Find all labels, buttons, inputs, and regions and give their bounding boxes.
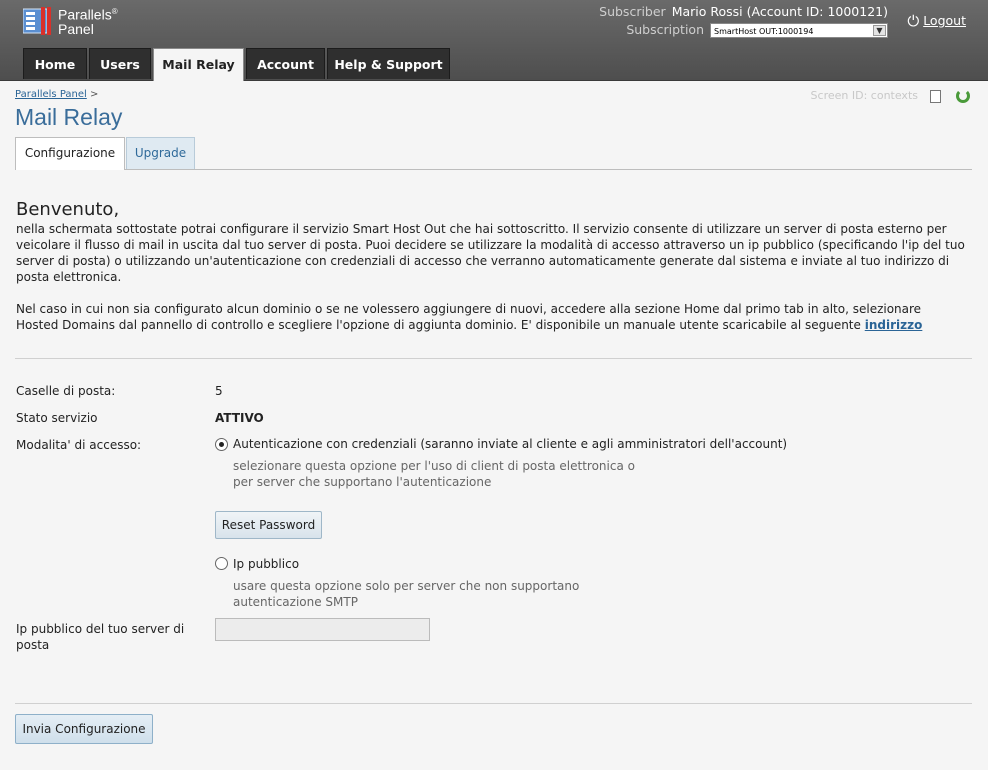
welcome-paragraph-2: Nel caso in cui non sia configurato alcu… [16, 301, 966, 333]
screen-id-label: Screen ID: [810, 89, 868, 102]
logo-reg: ® [111, 7, 118, 16]
subscriber-label: Subscriber [599, 4, 666, 19]
logo-line2: Panel [58, 20, 94, 37]
welcome-paragraph-2-text: Nel caso in cui non sia configurato alcu… [16, 302, 922, 332]
refresh-icon[interactable] [956, 89, 970, 103]
nav-tab-users[interactable]: Users [89, 48, 151, 79]
ip-radio-label[interactable]: Ip pubblico [233, 557, 299, 571]
document-icon[interactable] [929, 89, 941, 103]
nav-tab-mail-relay[interactable]: Mail Relay [153, 48, 244, 81]
content-tabs: Configurazione Upgrade [15, 137, 972, 170]
reset-password-button[interactable]: Reset Password [215, 511, 322, 539]
screen-id: Screen ID: contexts [811, 89, 970, 105]
power-icon: ⏻ [907, 12, 920, 30]
breadcrumb-root[interactable]: Parallels Panel [15, 89, 87, 100]
parallels-logo[interactable]: Parallels® Panel [23, 5, 143, 36]
screen-id-value: contexts [870, 89, 918, 102]
manual-link[interactable]: indirizzo [865, 318, 923, 332]
ip-radio[interactable] [215, 557, 228, 570]
ip-hint-1: usare questa opzione solo per server che… [233, 579, 580, 593]
nav-tab-home[interactable]: Home [23, 48, 87, 79]
tab-configurazione[interactable]: Configurazione [15, 137, 125, 170]
subscriber-value: Mario Rossi (Account ID: 1000121) [671, 4, 888, 19]
nav-tab-account[interactable]: Account [246, 48, 325, 79]
subscriber-info: Subscriber Mario Rossi (Account ID: 10001… [599, 4, 888, 40]
logout-link[interactable]: ⏻ Logout [907, 12, 966, 30]
access-mode-label: Modalita' di accesso: [16, 438, 142, 452]
divider-bottom [15, 703, 972, 704]
ip-server-label: Ip pubblico del tuo server di posta [16, 622, 185, 652]
chevron-down-icon: ▼ [873, 25, 886, 36]
auth-hint-2: per server che supportano l'autenticazio… [233, 475, 492, 489]
ip-server-input[interactable] [215, 618, 430, 641]
breadcrumb: Parallels Panel > [15, 89, 98, 100]
breadcrumb-separator: > [90, 89, 99, 100]
subscription-line: Subscription SmartHost OUT:1000194 ▼ [599, 22, 888, 40]
status-value: ATTIVO [215, 411, 264, 425]
mailboxes-label: Caselle di posta: [16, 384, 116, 398]
parallels-logo-icon [23, 7, 51, 35]
logout-label[interactable]: Logout [923, 13, 966, 28]
nav-tab-help-support[interactable]: Help & Support [327, 48, 450, 79]
mailboxes-value: 5 [215, 384, 223, 398]
page-title: Mail Relay [15, 104, 123, 130]
divider [15, 358, 972, 359]
auth-radio[interactable] [215, 438, 228, 451]
top-bar: Parallels® Panel Subscriber Mario Rossi (… [0, 0, 988, 81]
subscriber-line: Subscriber Mario Rossi (Account ID: 10001… [599, 4, 888, 22]
ip-hint-2: autenticazione SMTP [233, 595, 358, 609]
submit-config-button[interactable]: Invia Configurazione [15, 714, 153, 744]
logo-text: Parallels® Panel [58, 5, 118, 36]
welcome-title: Benvenuto, [16, 199, 120, 220]
status-label: Stato servizio [16, 411, 98, 425]
welcome-paragraph-1: nella schermata sottostate potrai config… [16, 222, 965, 284]
tab-upgrade[interactable]: Upgrade [126, 137, 195, 169]
subscription-value: SmartHost OUT:1000194 [714, 27, 814, 36]
auth-radio-label[interactable]: Autenticazione con credenziali (saranno … [233, 437, 787, 451]
subscription-label: Subscription [626, 22, 704, 37]
auth-hint-1: selezionare questa opzione per l'uso di … [233, 459, 635, 473]
subscription-select[interactable]: SmartHost OUT:1000194 ▼ [710, 23, 888, 38]
